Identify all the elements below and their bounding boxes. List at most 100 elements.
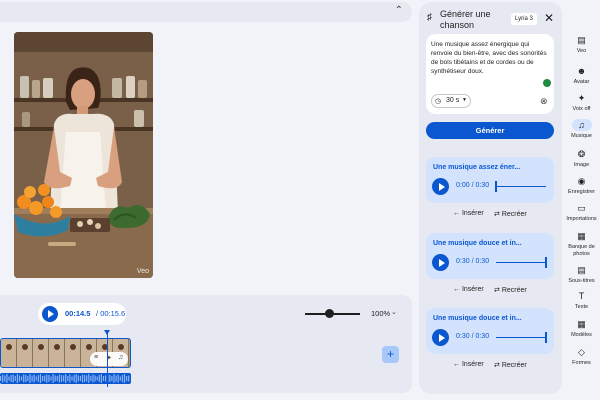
panel-title: Générer une chanson bbox=[440, 9, 491, 30]
clear-icon[interactable]: ⊗ bbox=[540, 96, 548, 107]
waveform-bar bbox=[44, 375, 46, 382]
shapes-icon: ◇ bbox=[578, 347, 585, 357]
track-card[interactable]: Une musique douce et in... 0:30 / 0:30 bbox=[426, 308, 554, 354]
waveform-bar bbox=[52, 374, 54, 383]
duration-value: 30 s bbox=[446, 97, 460, 104]
recreate-button[interactable]: ⇄ Recréer bbox=[494, 286, 527, 294]
waveform-bar bbox=[21, 376, 23, 381]
recreate-button[interactable]: ⇄ Recréer bbox=[494, 210, 527, 218]
volume-icon[interactable]: ♫ bbox=[118, 354, 123, 361]
rail-item-shapes[interactable]: ◇ Formes bbox=[565, 346, 598, 378]
rail-label: Voix off bbox=[572, 106, 591, 112]
waveform-bar bbox=[8, 376, 10, 381]
insert-button[interactable]: ← Insérer bbox=[453, 361, 484, 368]
track-progress-bar[interactable] bbox=[496, 186, 546, 187]
rail-label: Formes bbox=[572, 360, 591, 366]
rail-item-stock-photos[interactable]: ▦ Banque de photos bbox=[565, 230, 598, 262]
zoom-slider-knob[interactable] bbox=[325, 309, 334, 318]
prompt-card[interactable]: Une musique assez énergique qui renvoie … bbox=[426, 34, 554, 114]
waveform-bar bbox=[10, 375, 12, 382]
rail-label: Avatar bbox=[573, 79, 590, 85]
avatar-icon: ☻ bbox=[576, 66, 587, 76]
waveform-bar bbox=[31, 375, 33, 382]
waveform-bar bbox=[75, 374, 77, 383]
play-button[interactable] bbox=[42, 306, 58, 322]
waveform-bar bbox=[119, 376, 121, 381]
waveform-bar bbox=[35, 376, 37, 381]
templates-icon: ▦ bbox=[577, 319, 586, 329]
audio-track[interactable] bbox=[0, 373, 131, 384]
track-progress-bar[interactable] bbox=[496, 337, 546, 338]
waveform-bar bbox=[71, 376, 73, 381]
model-chip[interactable]: Lyria 3 bbox=[511, 13, 537, 25]
close-icon[interactable]: ✕ bbox=[544, 11, 554, 25]
track-progress-marker[interactable] bbox=[545, 257, 547, 268]
playback-controls: 00:14.5 / 00:15.6 bbox=[38, 303, 126, 325]
rail-item-veo[interactable]: ▤ Veo bbox=[565, 34, 598, 66]
waveform-bar bbox=[18, 375, 21, 382]
video-frame-image bbox=[14, 32, 153, 278]
waveform-bar bbox=[117, 374, 119, 383]
prompt-input[interactable]: Une musique assez énergique qui renvoie … bbox=[431, 40, 550, 76]
playhead[interactable] bbox=[104, 330, 110, 387]
insert-button[interactable]: ← Insérer bbox=[453, 210, 484, 217]
rail-label: Image bbox=[573, 162, 590, 168]
waveform-bar bbox=[54, 375, 56, 382]
track-card[interactable]: Une musique assez éner... 0:00 / 0:30 bbox=[426, 157, 554, 203]
track-progress-marker[interactable] bbox=[495, 181, 497, 192]
clip-thumbnail bbox=[65, 339, 81, 367]
folder-icon: ▭ bbox=[577, 203, 586, 213]
waveform-bar bbox=[33, 374, 35, 383]
waveform-bar bbox=[14, 376, 16, 381]
track-card[interactable]: Une musique douce et in... 0:30 / 0:30 bbox=[426, 233, 554, 279]
clip-toolbar: ≡ ✦ ♫ bbox=[90, 352, 128, 366]
recreate-label: Recréer bbox=[501, 287, 527, 294]
preview-area: Veo bbox=[0, 22, 412, 313]
stock-photo-icon: ▦ bbox=[577, 231, 586, 241]
assistant-badge-icon bbox=[543, 79, 551, 87]
track-play-button[interactable] bbox=[432, 329, 449, 346]
track-progress-marker[interactable] bbox=[545, 332, 547, 343]
track-actions: ← Insérer ⇄ Recréer bbox=[426, 210, 554, 222]
zoom-level[interactable]: 100% bbox=[371, 309, 390, 318]
audio-waveform bbox=[0, 374, 130, 383]
track-actions: ← Insérer ⇄ Recréer bbox=[426, 286, 554, 298]
film-icon: ▤ bbox=[577, 35, 586, 45]
chevron-down-icon[interactable]: ⌄ bbox=[391, 308, 397, 316]
video-preview[interactable]: Veo bbox=[14, 32, 153, 278]
recreate-button[interactable]: ⇄ Recréer bbox=[494, 361, 527, 369]
current-time: 00:14.5 bbox=[65, 309, 91, 318]
waveform-bar bbox=[56, 376, 58, 381]
waveform-bar bbox=[126, 376, 128, 381]
generate-button[interactable]: Générer bbox=[426, 122, 554, 139]
image-icon: ❂ bbox=[577, 149, 586, 159]
waveform-bar bbox=[81, 374, 84, 383]
waveform-bar bbox=[90, 376, 92, 381]
add-button[interactable]: + bbox=[382, 346, 399, 363]
waveform-bar bbox=[37, 375, 39, 382]
rail-label: Banque de photos bbox=[568, 244, 595, 257]
text-icon: T bbox=[578, 291, 585, 301]
duration-select[interactable]: ◷ 30 s ▼ bbox=[431, 94, 471, 108]
clip-thumbnail bbox=[49, 339, 65, 367]
chevron-up-icon[interactable]: ⌃ bbox=[395, 5, 403, 16]
waveform-bar bbox=[27, 376, 29, 381]
rail-item-music[interactable]: ♫ Musique bbox=[565, 119, 598, 151]
music-icon: ♫ bbox=[571, 119, 592, 131]
waveform-bar bbox=[48, 375, 50, 382]
total-time: / 00:15.6 bbox=[96, 309, 125, 318]
track-progress-bar[interactable] bbox=[496, 262, 546, 263]
waveform-bar bbox=[111, 376, 113, 381]
edit-icon[interactable]: ≡ bbox=[94, 354, 98, 361]
music-sparkle-icon: ♯ bbox=[427, 12, 432, 23]
waveform-bar bbox=[96, 376, 98, 381]
waveform-bar bbox=[25, 375, 27, 382]
clip-thumbnail bbox=[33, 339, 49, 367]
insert-button[interactable]: ← Insérer bbox=[453, 286, 484, 293]
track-play-button[interactable] bbox=[432, 254, 449, 271]
waveform-bar bbox=[98, 375, 100, 382]
waveform-bar bbox=[128, 375, 130, 382]
track-play-button[interactable] bbox=[432, 178, 449, 195]
waveform-bar bbox=[29, 374, 31, 383]
waveform-bar bbox=[102, 376, 105, 381]
